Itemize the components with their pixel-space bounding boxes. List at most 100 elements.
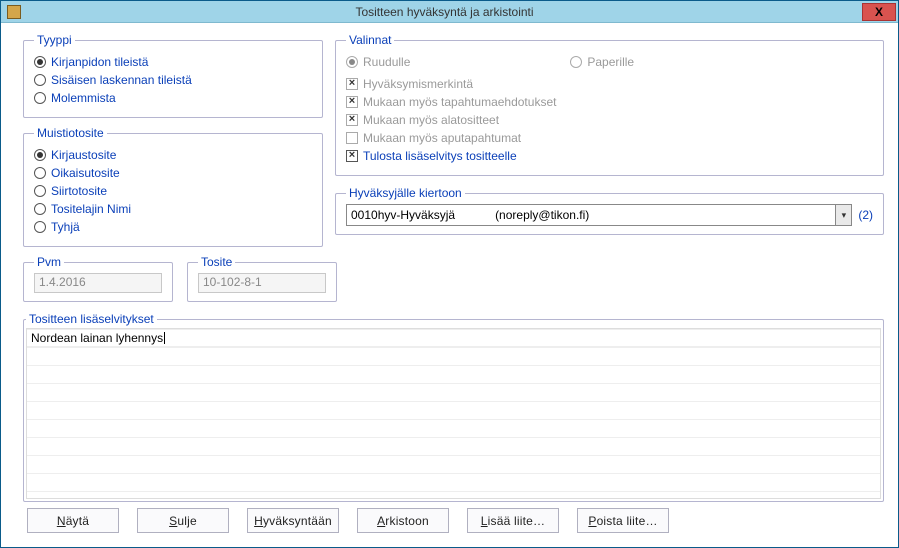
radio-label: Ruudulle <box>363 55 410 69</box>
grid-lines <box>27 329 880 498</box>
btn-accel: S <box>169 514 177 528</box>
btn-accel: H <box>254 514 263 528</box>
dialog-body: Tyyppi Kirjanpidon tileistä Sisäisen las… <box>1 23 898 547</box>
radio-icon <box>34 74 46 86</box>
button-bar: Näytä Sulje Hyväksyntään Arkistoon Lisää… <box>23 502 884 537</box>
check-alatositteet: Mukaan myös alatositteet <box>346 113 873 127</box>
group-tyyppi-legend: Tyyppi <box>34 33 75 47</box>
group-notes: Tositteen lisäselvitykset Nordean lainan… <box>23 312 884 502</box>
chevron-down-icon: ▾ <box>835 205 851 225</box>
radio-sisaisen[interactable]: Sisäisen laskennan tileistä <box>34 73 312 87</box>
radio-label: Siirtotosite <box>51 184 107 198</box>
poista-liite-button[interactable]: Poista liite… <box>577 508 669 533</box>
check-tapahtumaehdotukset: Mukaan myös tapahtumaehdotukset <box>346 95 873 109</box>
pvm-field[interactable]: 1.4.2016 <box>34 273 162 293</box>
check-label: Hyväksymismerkintä <box>363 77 473 91</box>
lisaa-liite-button[interactable]: Lisää liite… <box>467 508 559 533</box>
notes-grid[interactable]: Nordean lainan lyhennys <box>26 328 881 499</box>
group-valinnat: Valinnat Ruudulle Paperille Hyvä <box>335 33 884 176</box>
check-icon <box>346 132 358 144</box>
check-label: Mukaan myös aputapahtumat <box>363 131 521 145</box>
btn-post: ulje <box>177 514 196 528</box>
radio-label: Tyhjä <box>51 220 80 234</box>
radio-label: Kirjaustosite <box>51 148 116 162</box>
sulje-button[interactable]: Sulje <box>137 508 229 533</box>
titlebar: Tositteen hyväksyntä ja arkistointi X <box>1 1 898 23</box>
group-muistiotosite-legend: Muistiotosite <box>34 126 107 140</box>
output-target-row: Ruudulle Paperille <box>346 51 873 73</box>
notes-area: Tositteen lisäselvitykset Nordean lainan… <box>23 312 884 502</box>
btn-post: äytä <box>66 514 89 528</box>
left-column: Tyyppi Kirjanpidon tileistä Sisäisen las… <box>23 33 323 302</box>
btn-post: isää liite… <box>488 514 546 528</box>
btn-post: oista liite… <box>597 514 658 528</box>
approver-code: 0010hyv <box>351 208 396 222</box>
arkistoon-button[interactable]: Arkistoon <box>357 508 449 533</box>
radio-label: Paperille <box>587 55 634 69</box>
check-hyvaksymismerkinta: Hyväksymismerkintä <box>346 77 873 91</box>
right-column: Valinnat Ruudulle Paperille Hyvä <box>335 33 884 302</box>
hyvaksyntaan-button[interactable]: Hyväksyntään <box>247 508 339 533</box>
btn-accel: L <box>481 514 488 528</box>
radio-siirtotosite[interactable]: Siirtotosite <box>34 184 312 198</box>
radio-icon <box>34 167 46 179</box>
btn-accel: N <box>57 514 66 528</box>
radio-icon <box>34 56 46 68</box>
radio-icon <box>34 92 46 104</box>
text-caret-icon <box>164 332 165 344</box>
radio-label: Oikaisutosite <box>51 166 120 180</box>
radio-label: Tositelajin Nimi <box>51 202 131 216</box>
check-label: Mukaan myös alatositteet <box>363 113 499 127</box>
check-icon <box>346 150 358 162</box>
btn-post: yväksyntään <box>263 514 332 528</box>
group-valinnat-legend: Valinnat <box>346 33 394 47</box>
group-muistiotosite: Muistiotosite Kirjaustosite Oikaisutosit… <box>23 126 323 247</box>
nayta-button[interactable]: Näytä <box>27 508 119 533</box>
notes-row-0[interactable]: Nordean lainan lyhennys <box>27 329 880 347</box>
notes-text: Nordean lainan lyhennys <box>31 331 163 345</box>
radio-ruudulle: Ruudulle <box>346 55 410 69</box>
radio-icon <box>34 185 46 197</box>
check-tulosta-lisaselvitys[interactable]: Tulosta lisäselvitys tositteelle <box>346 149 873 163</box>
btn-accel: P <box>588 514 596 528</box>
pvm-tosite-row: Pvm 1.4.2016 Tosite 10-102-8-1 <box>23 255 323 302</box>
radio-tositelajin-nimi[interactable]: Tositelajin Nimi <box>34 202 312 216</box>
radio-paperille: Paperille <box>570 55 634 69</box>
radio-label: Sisäisen laskennan tileistä <box>51 73 192 87</box>
radio-label: Kirjanpidon tileistä <box>51 55 148 69</box>
window-title: Tositteen hyväksyntä ja arkistointi <box>27 5 862 19</box>
radio-icon <box>34 203 46 215</box>
radio-tyhja[interactable]: Tyhjä <box>34 220 312 234</box>
app-icon <box>7 5 21 19</box>
group-tyyppi: Tyyppi Kirjanpidon tileistä Sisäisen las… <box>23 33 323 118</box>
group-pvm: Pvm 1.4.2016 <box>23 255 173 302</box>
check-icon <box>346 114 358 126</box>
check-aputapahtumat: Mukaan myös aputapahtumat <box>346 131 873 145</box>
radio-molemmista[interactable]: Molemmista <box>34 91 312 105</box>
approver-name: Hyväksyjä <box>400 208 455 222</box>
group-notes-legend: Tositteen lisäselvitykset <box>26 312 157 326</box>
radio-icon <box>346 56 358 68</box>
check-icon <box>346 78 358 90</box>
radio-icon <box>34 221 46 233</box>
group-pvm-legend: Pvm <box>34 255 64 269</box>
radio-icon <box>34 149 46 161</box>
radio-kirjaustosite[interactable]: Kirjaustosite <box>34 148 312 162</box>
radio-kirjanpidon[interactable]: Kirjanpidon tileistä <box>34 55 312 69</box>
approver-count-link[interactable]: (2) <box>858 208 873 222</box>
approver-select[interactable]: 0010hyv - Hyväksyjä (noreply@tikon.fi) ▾ <box>346 204 852 226</box>
approver-email: (noreply@tikon.fi) <box>495 208 835 222</box>
top-row: Tyyppi Kirjanpidon tileistä Sisäisen las… <box>23 33 884 302</box>
check-label: Tulosta lisäselvitys tositteelle <box>363 149 517 163</box>
group-tosite: Tosite 10-102-8-1 <box>187 255 337 302</box>
close-icon[interactable]: X <box>862 3 896 21</box>
radio-label: Molemmista <box>51 91 116 105</box>
dialog-window: Tositteen hyväksyntä ja arkistointi X Ty… <box>0 0 899 548</box>
radio-oikaisutosite[interactable]: Oikaisutosite <box>34 166 312 180</box>
radio-icon <box>570 56 582 68</box>
group-tosite-legend: Tosite <box>198 255 235 269</box>
check-label: Mukaan myös tapahtumaehdotukset <box>363 95 556 109</box>
tosite-field[interactable]: 10-102-8-1 <box>198 273 326 293</box>
btn-accel: A <box>377 514 385 528</box>
approver-row: 0010hyv - Hyväksyjä (noreply@tikon.fi) ▾… <box>346 204 873 226</box>
